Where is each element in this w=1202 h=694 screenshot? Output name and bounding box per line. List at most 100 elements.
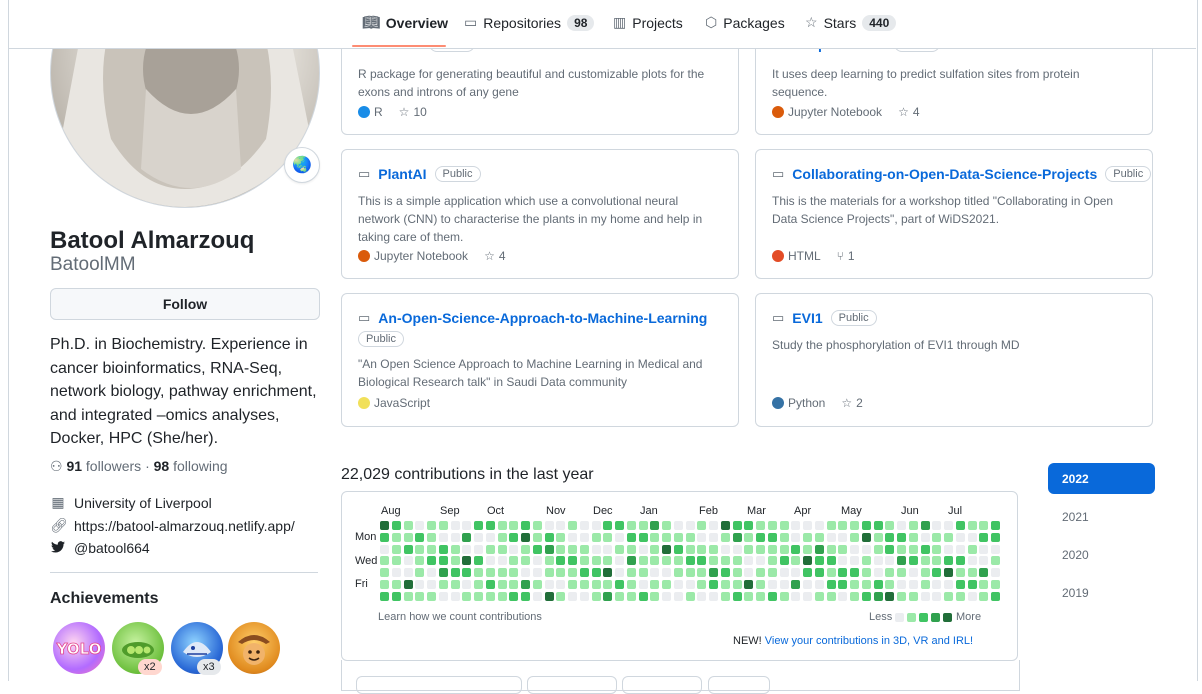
contribution-cell[interactable] [920, 568, 930, 577]
repo-stars[interactable]: ☆ 10 [399, 105, 427, 119]
contribution-cell[interactable] [967, 544, 977, 554]
contribution-cell[interactable] [767, 568, 777, 577]
contribution-cell[interactable] [579, 591, 589, 601]
contribution-cell[interactable] [861, 544, 871, 554]
contribution-cell[interactable] [732, 568, 742, 577]
contribution-cell[interactable] [791, 568, 801, 577]
contribution-cell[interactable] [814, 591, 824, 601]
contribution-cell[interactable] [638, 579, 648, 589]
status-globe-icon[interactable]: 🌏 [284, 147, 320, 183]
contribution-cell[interactable] [591, 556, 601, 566]
contribution-cell[interactable] [720, 532, 730, 542]
contribution-cell[interactable] [697, 591, 707, 601]
contribution-cell[interactable] [826, 521, 836, 530]
contribution-cell[interactable] [850, 591, 859, 601]
contribution-cell[interactable] [638, 568, 648, 577]
contribution-cell[interactable] [532, 579, 542, 589]
contribution-cell[interactable] [626, 579, 636, 589]
contribution-cell[interactable] [932, 579, 942, 589]
contribution-cell[interactable] [709, 568, 718, 577]
contribution-cell[interactable] [897, 544, 906, 554]
contribution-cell[interactable] [497, 544, 507, 554]
contribution-cell[interactable] [814, 556, 824, 566]
contribution-cell[interactable] [591, 521, 601, 530]
contribution-cell[interactable] [850, 568, 859, 577]
contribution-cell[interactable] [779, 591, 789, 601]
contribution-cell[interactable] [814, 568, 824, 577]
contribution-cell[interactable] [380, 532, 389, 542]
contribution-cell[interactable] [579, 521, 589, 530]
contribution-cell[interactable] [967, 532, 977, 542]
contribution-cell[interactable] [756, 544, 765, 554]
contribution-cell[interactable] [803, 568, 812, 577]
contribution-cell[interactable] [932, 521, 942, 530]
contribution-cell[interactable] [814, 544, 824, 554]
contribution-cell[interactable] [955, 579, 965, 589]
contribution-cell[interactable] [556, 544, 566, 554]
contribution-cell[interactable] [979, 544, 989, 554]
contribution-cell[interactable] [591, 591, 601, 601]
contribution-cell[interactable] [662, 591, 671, 601]
contribution-cell[interactable] [650, 521, 660, 530]
contribution-cell[interactable] [967, 556, 977, 566]
contribution-cell[interactable] [415, 556, 425, 566]
contribution-cell[interactable] [673, 544, 683, 554]
contribution-cell[interactable] [838, 532, 848, 542]
contribution-cell[interactable] [932, 532, 942, 542]
contribution-cell[interactable] [521, 556, 530, 566]
contribution-cell[interactable] [427, 521, 436, 530]
contribution-cell[interactable] [897, 532, 906, 542]
contribution-cell[interactable] [662, 544, 671, 554]
contribution-cell[interactable] [556, 521, 566, 530]
contribution-cell[interactable] [673, 532, 683, 542]
following-count[interactable]: 98 [154, 458, 170, 474]
contribution-cell[interactable] [380, 568, 389, 577]
star-count[interactable]: 10 [413, 105, 426, 119]
contribution-cell[interactable] [908, 544, 918, 554]
contribution-cell[interactable] [462, 579, 472, 589]
contribution-cell[interactable] [626, 521, 636, 530]
contribution-cell[interactable] [791, 579, 801, 589]
contribution-cell[interactable] [791, 544, 801, 554]
contribution-cell[interactable] [967, 579, 977, 589]
contribution-cell[interactable] [838, 591, 848, 601]
contribution-cell[interactable] [885, 532, 895, 542]
contribution-cell[interactable] [920, 532, 930, 542]
repo-forks[interactable]: ⑂ 1 [837, 249, 855, 263]
contribution-cell[interactable] [991, 568, 1000, 577]
contribution-cell[interactable] [521, 532, 530, 542]
contribution-cell[interactable] [485, 568, 495, 577]
following-label[interactable]: following [173, 458, 227, 474]
contribution-cell[interactable] [650, 579, 660, 589]
contribution-cell[interactable] [944, 568, 953, 577]
contribution-cell[interactable] [591, 579, 601, 589]
contribution-cell[interactable] [861, 579, 871, 589]
contribution-cell[interactable] [732, 556, 742, 566]
contribution-cell[interactable] [615, 544, 624, 554]
contribution-cell[interactable] [732, 544, 742, 554]
contribution-cell[interactable] [850, 521, 859, 530]
contribution-cell[interactable] [474, 591, 483, 601]
repo-name-link[interactable]: PlantAI [378, 166, 426, 182]
contribution-cell[interactable] [826, 591, 836, 601]
contribution-cell[interactable] [885, 521, 895, 530]
contribution-cell[interactable] [908, 568, 918, 577]
contribution-cell[interactable] [462, 568, 472, 577]
contribution-cell[interactable] [685, 544, 695, 554]
contribution-cell[interactable] [873, 544, 883, 554]
contribution-cell[interactable] [532, 544, 542, 554]
tab-repositories[interactable]: ▭ Repositories 98 [464, 14, 595, 31]
contribution-cell[interactable] [391, 579, 401, 589]
contribution-cell[interactable] [979, 568, 989, 577]
contribution-cell[interactable] [685, 579, 695, 589]
contribution-cell[interactable] [568, 591, 577, 601]
contribution-cell[interactable] [521, 544, 530, 554]
contribution-cell[interactable] [767, 556, 777, 566]
contribution-cell[interactable] [944, 521, 953, 530]
contribution-cell[interactable] [474, 556, 483, 566]
year-button-2020[interactable]: 2020 [1048, 539, 1155, 570]
twitter-handle[interactable]: @batool664 [74, 540, 150, 556]
contribution-cell[interactable] [779, 521, 789, 530]
contribution-cell[interactable] [756, 591, 765, 601]
contribution-cell[interactable] [979, 556, 989, 566]
